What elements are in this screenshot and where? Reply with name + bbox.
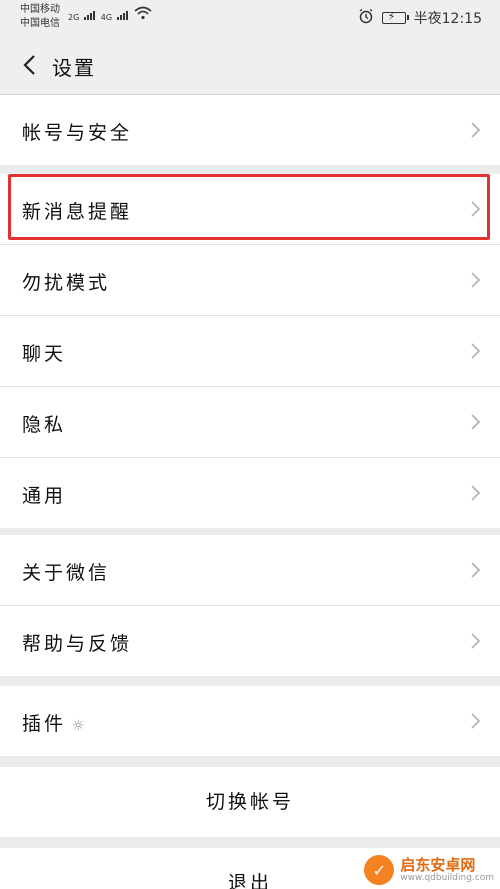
settings-item-privacy[interactable]: 隐私 [0,387,500,458]
chevron-right-icon [471,562,481,578]
status-time: 半夜12:15 [413,11,482,27]
chevron-right-icon [471,122,481,138]
chevron-left-icon [23,55,35,75]
carrier-info: 中国移动 中国电信 [20,3,60,31]
settings-item-chat[interactable]: 聊天 [0,316,500,387]
settings-item-label: 插件 ☼ [22,709,85,736]
signal-icon-2: 4G [101,10,128,23]
plugins-label: 插件 [22,713,67,735]
settings-item-label: 隐私 [22,414,67,436]
chevron-right-icon [471,485,481,501]
back-button[interactable] [12,48,46,82]
switch-account-button[interactable]: 切换帐号 [0,767,500,837]
chevron-right-icon [471,414,481,430]
settings-group-about: 关于微信 帮助与反馈 [0,535,500,676]
switch-account-label: 切换帐号 [205,791,294,813]
settings-group-account: 帐号与安全 [0,95,500,165]
chevron-right-icon [471,343,481,359]
carrier-1: 中国移动 [20,4,60,15]
watermark-logo-icon: ✓ [364,855,395,885]
status-bar: 中国移动 中国电信 2G 4G ⚡ 半夜12:15 [0,0,500,36]
logout-label: 退出 [227,872,272,889]
settings-item-label: 关于微信 [22,562,111,584]
settings-item-account-security[interactable]: 帐号与安全 [0,95,500,165]
signal-icons: 2G 4G [68,6,152,23]
settings-group-plugins: 插件 ☼ [0,686,500,756]
settings-item-label: 通用 [22,485,67,507]
settings-item-help-feedback[interactable]: 帮助与反馈 [0,606,500,676]
highlight-box [8,174,490,240]
status-right: ⚡ 半夜12:15 [358,8,482,28]
settings-item-label: 聊天 [22,343,67,365]
chevron-right-icon [471,713,481,729]
watermark-text: 启东安卓网 www.qdbuilding.com [400,855,494,883]
alarm-icon [358,8,374,28]
settings-item-label: 帐号与安全 [22,122,133,144]
signal-icon: 2G [68,10,95,23]
battery-charging-icon: ⚡ [381,10,409,24]
settings-item-about-wechat[interactable]: 关于微信 [0,535,500,606]
nav-bar: 设置 [0,36,500,95]
settings-item-general[interactable]: 通用 [0,458,500,528]
carrier-2: 中国电信 [20,18,60,29]
settings-item-label: 帮助与反馈 [22,633,133,655]
chevron-right-icon [471,272,481,288]
plugin-icon: ☼ [72,718,85,734]
wifi-icon [134,6,152,23]
settings-item-plugins[interactable]: 插件 ☼ [0,686,500,756]
settings-item-label: 勿扰模式 [22,272,111,294]
page-title: 设置 [52,56,96,80]
settings-item-do-not-disturb[interactable]: 勿扰模式 [0,245,500,316]
chevron-right-icon [471,633,481,649]
watermark: ✓ 启东安卓网 www.qdbuilding.com [364,855,494,885]
